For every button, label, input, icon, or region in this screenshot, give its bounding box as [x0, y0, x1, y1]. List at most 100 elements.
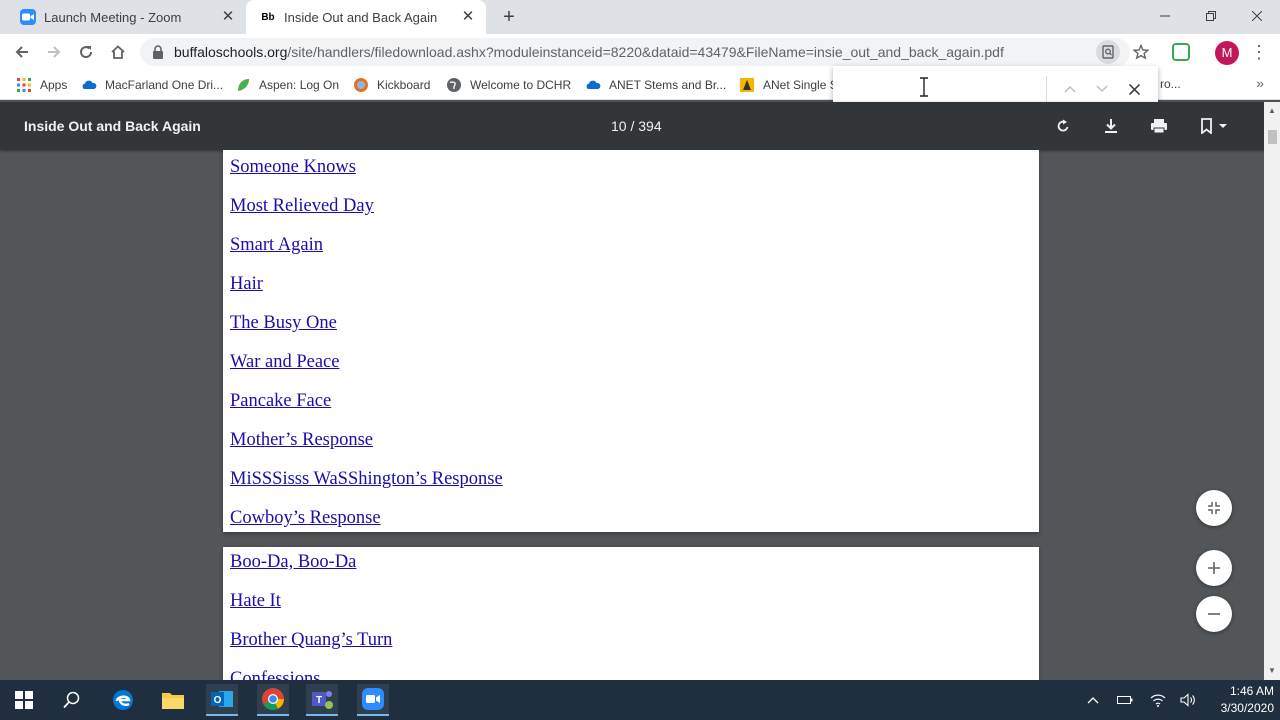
- toc-link[interactable]: Pancake Face: [230, 391, 331, 412]
- zoom-in-button[interactable]: [1196, 550, 1232, 586]
- bookmark-macfarland[interactable]: MacFarland One Dri...: [81, 77, 223, 93]
- fit-to-page-button[interactable]: [1196, 490, 1232, 526]
- volume-icon[interactable]: [1178, 690, 1198, 710]
- toc-link[interactable]: The Busy One: [230, 313, 337, 334]
- divider: [1046, 76, 1047, 104]
- toc-link[interactable]: Most Relieved Day: [230, 196, 374, 217]
- menu-dots-icon[interactable]: ⋮: [1250, 42, 1268, 64]
- plus-icon: [1208, 562, 1220, 574]
- tab-inside-out[interactable]: Bb Inside Out and Back Again ✕: [246, 0, 486, 34]
- page-indicator[interactable]: 10 / 394: [611, 118, 662, 134]
- extension-icon[interactable]: [1172, 43, 1190, 61]
- toc-link[interactable]: Brother Quang’s Turn: [230, 630, 392, 651]
- tab-zoom[interactable]: Launch Meeting - Zoom ✕: [8, 0, 246, 34]
- chevron-up-icon[interactable]: [1083, 690, 1103, 710]
- toc-link[interactable]: Smart Again: [230, 235, 323, 256]
- file-explorer-icon[interactable]: [157, 684, 189, 716]
- bookmark-label: Apps: [40, 78, 68, 92]
- close-tab-icon[interactable]: ✕: [460, 9, 476, 25]
- tab-title: Inside Out and Back Again: [284, 9, 438, 25]
- system-clock[interactable]: 1:46 AM 3/30/2020: [1204, 683, 1274, 717]
- close-window-button[interactable]: [1234, 0, 1280, 32]
- zoom-icon: [20, 9, 36, 25]
- minimize-button[interactable]: [1142, 0, 1188, 32]
- find-next-icon[interactable]: [1091, 78, 1113, 100]
- toc-link[interactable]: Cowboy’s Response: [230, 508, 381, 529]
- home-icon[interactable]: [106, 40, 130, 64]
- address-bar[interactable]: buffaloschools.org/site/handlers/filedow…: [140, 38, 1130, 66]
- close-icon[interactable]: [1123, 78, 1145, 100]
- battery-icon[interactable]: [1115, 690, 1135, 710]
- toc-link[interactable]: Hate It: [230, 591, 281, 612]
- edge-icon[interactable]: [107, 684, 139, 716]
- find-previous-icon[interactable]: [1059, 78, 1081, 100]
- tab-title: Launch Meeting - Zoom: [44, 9, 182, 25]
- pdf-toolbar: Inside Out and Back Again 10 / 394: [0, 102, 1280, 150]
- forward-arrow-icon[interactable]: [42, 40, 66, 64]
- find-input[interactable]: [843, 75, 1043, 103]
- find-in-page-icon[interactable]: [1096, 40, 1120, 64]
- bookmark-label: ro...: [1160, 77, 1181, 91]
- url-host: buffaloschools.org: [174, 44, 288, 60]
- print-icon[interactable]: [1147, 114, 1171, 138]
- bookmark-dchr[interactable]: Welcome to DCHR: [446, 77, 571, 93]
- wifi-icon[interactable]: [1148, 690, 1168, 710]
- back-arrow-icon[interactable]: [10, 40, 34, 64]
- pdf-page: Someone Knows Most Relieved Day Smart Ag…: [223, 150, 1039, 532]
- minus-icon: [1208, 613, 1220, 615]
- restore-button[interactable]: [1188, 0, 1234, 32]
- clock-date: 3/30/2020: [1220, 701, 1274, 715]
- lock-icon[interactable]: [152, 45, 164, 59]
- bookmark-anet-stems[interactable]: ANET Stems and Br...: [585, 77, 726, 93]
- url-path: /site/handlers/filedownload.ashx?modulei…: [287, 44, 1004, 60]
- zoom-icon[interactable]: [357, 684, 389, 716]
- teams-icon[interactable]: T: [306, 684, 338, 716]
- svg-text:T: T: [316, 695, 322, 706]
- globe-icon: [446, 77, 462, 93]
- clock-time: 1:46 AM: [1229, 684, 1274, 698]
- bookmark-label: Welcome to DCHR: [470, 78, 572, 92]
- toc-link[interactable]: Hair: [230, 274, 263, 295]
- pdf-page: Boo-Da, Boo-Da Hate It Brother Quang’s T…: [223, 547, 1039, 680]
- bookmark-aspen[interactable]: Aspen: Log On: [235, 77, 339, 93]
- toc-link[interactable]: Boo-Da, Boo-Da: [230, 552, 356, 573]
- toc-link[interactable]: Someone Knows: [230, 157, 356, 178]
- scrollbar[interactable]: ▲ ▼: [1264, 102, 1280, 680]
- toc-link[interactable]: War and Peace: [230, 352, 339, 373]
- aspen-leaf-icon: [235, 77, 251, 93]
- bookmark-anet-single[interactable]: ANet Single S: [739, 77, 838, 93]
- star-bookmark-icon[interactable]: [1129, 40, 1153, 64]
- pdf-title: Inside Out and Back Again: [24, 118, 201, 134]
- toc-link[interactable]: Confessions: [230, 669, 320, 680]
- bookmark-menu-icon[interactable]: [1196, 114, 1232, 138]
- reload-icon[interactable]: [74, 40, 98, 64]
- onedrive-cloud-icon: [81, 77, 97, 93]
- scroll-thumb[interactable]: [1268, 130, 1277, 144]
- scroll-down-icon[interactable]: ▼: [1268, 666, 1276, 675]
- new-tab-button[interactable]: +: [498, 6, 520, 28]
- windows-start-icon[interactable]: [8, 684, 40, 716]
- bookmark-label: Aspen: Log On: [259, 78, 340, 92]
- pdf-viewer[interactable]: Someone Knows Most Relieved Day Smart Ag…: [0, 150, 1264, 680]
- bookmark-kickboard[interactable]: Kickboard: [353, 77, 430, 93]
- zoom-out-button[interactable]: [1196, 596, 1232, 632]
- toc-link[interactable]: MiSSSisss WaSShington’s Response: [230, 469, 503, 490]
- download-icon[interactable]: [1099, 114, 1123, 138]
- svg-text:O: O: [214, 695, 222, 706]
- close-tab-icon[interactable]: ✕: [220, 9, 236, 25]
- chrome-icon[interactable]: [257, 684, 289, 716]
- toc-link[interactable]: Mother’s Response: [230, 430, 373, 451]
- url-text[interactable]: buffaloschools.org/site/handlers/filedow…: [174, 44, 1004, 60]
- onedrive-cloud-icon: [585, 77, 601, 93]
- fit-to-page-icon: [1208, 502, 1220, 514]
- tab-strip: Launch Meeting - Zoom ✕ Bb Inside Out an…: [0, 0, 1280, 34]
- bookmark-overflow-item[interactable]: ro...: [1160, 77, 1181, 91]
- rotate-icon[interactable]: [1051, 114, 1075, 138]
- chevron-double-right-icon[interactable]: »: [1256, 75, 1264, 91]
- scroll-up-icon[interactable]: ▲: [1268, 106, 1276, 115]
- search-icon[interactable]: [56, 684, 88, 716]
- outlook-icon[interactable]: O: [206, 684, 238, 716]
- avatar[interactable]: M: [1215, 41, 1239, 65]
- window-controls: [1142, 0, 1280, 34]
- bookmark-apps[interactable]: Apps: [16, 77, 67, 93]
